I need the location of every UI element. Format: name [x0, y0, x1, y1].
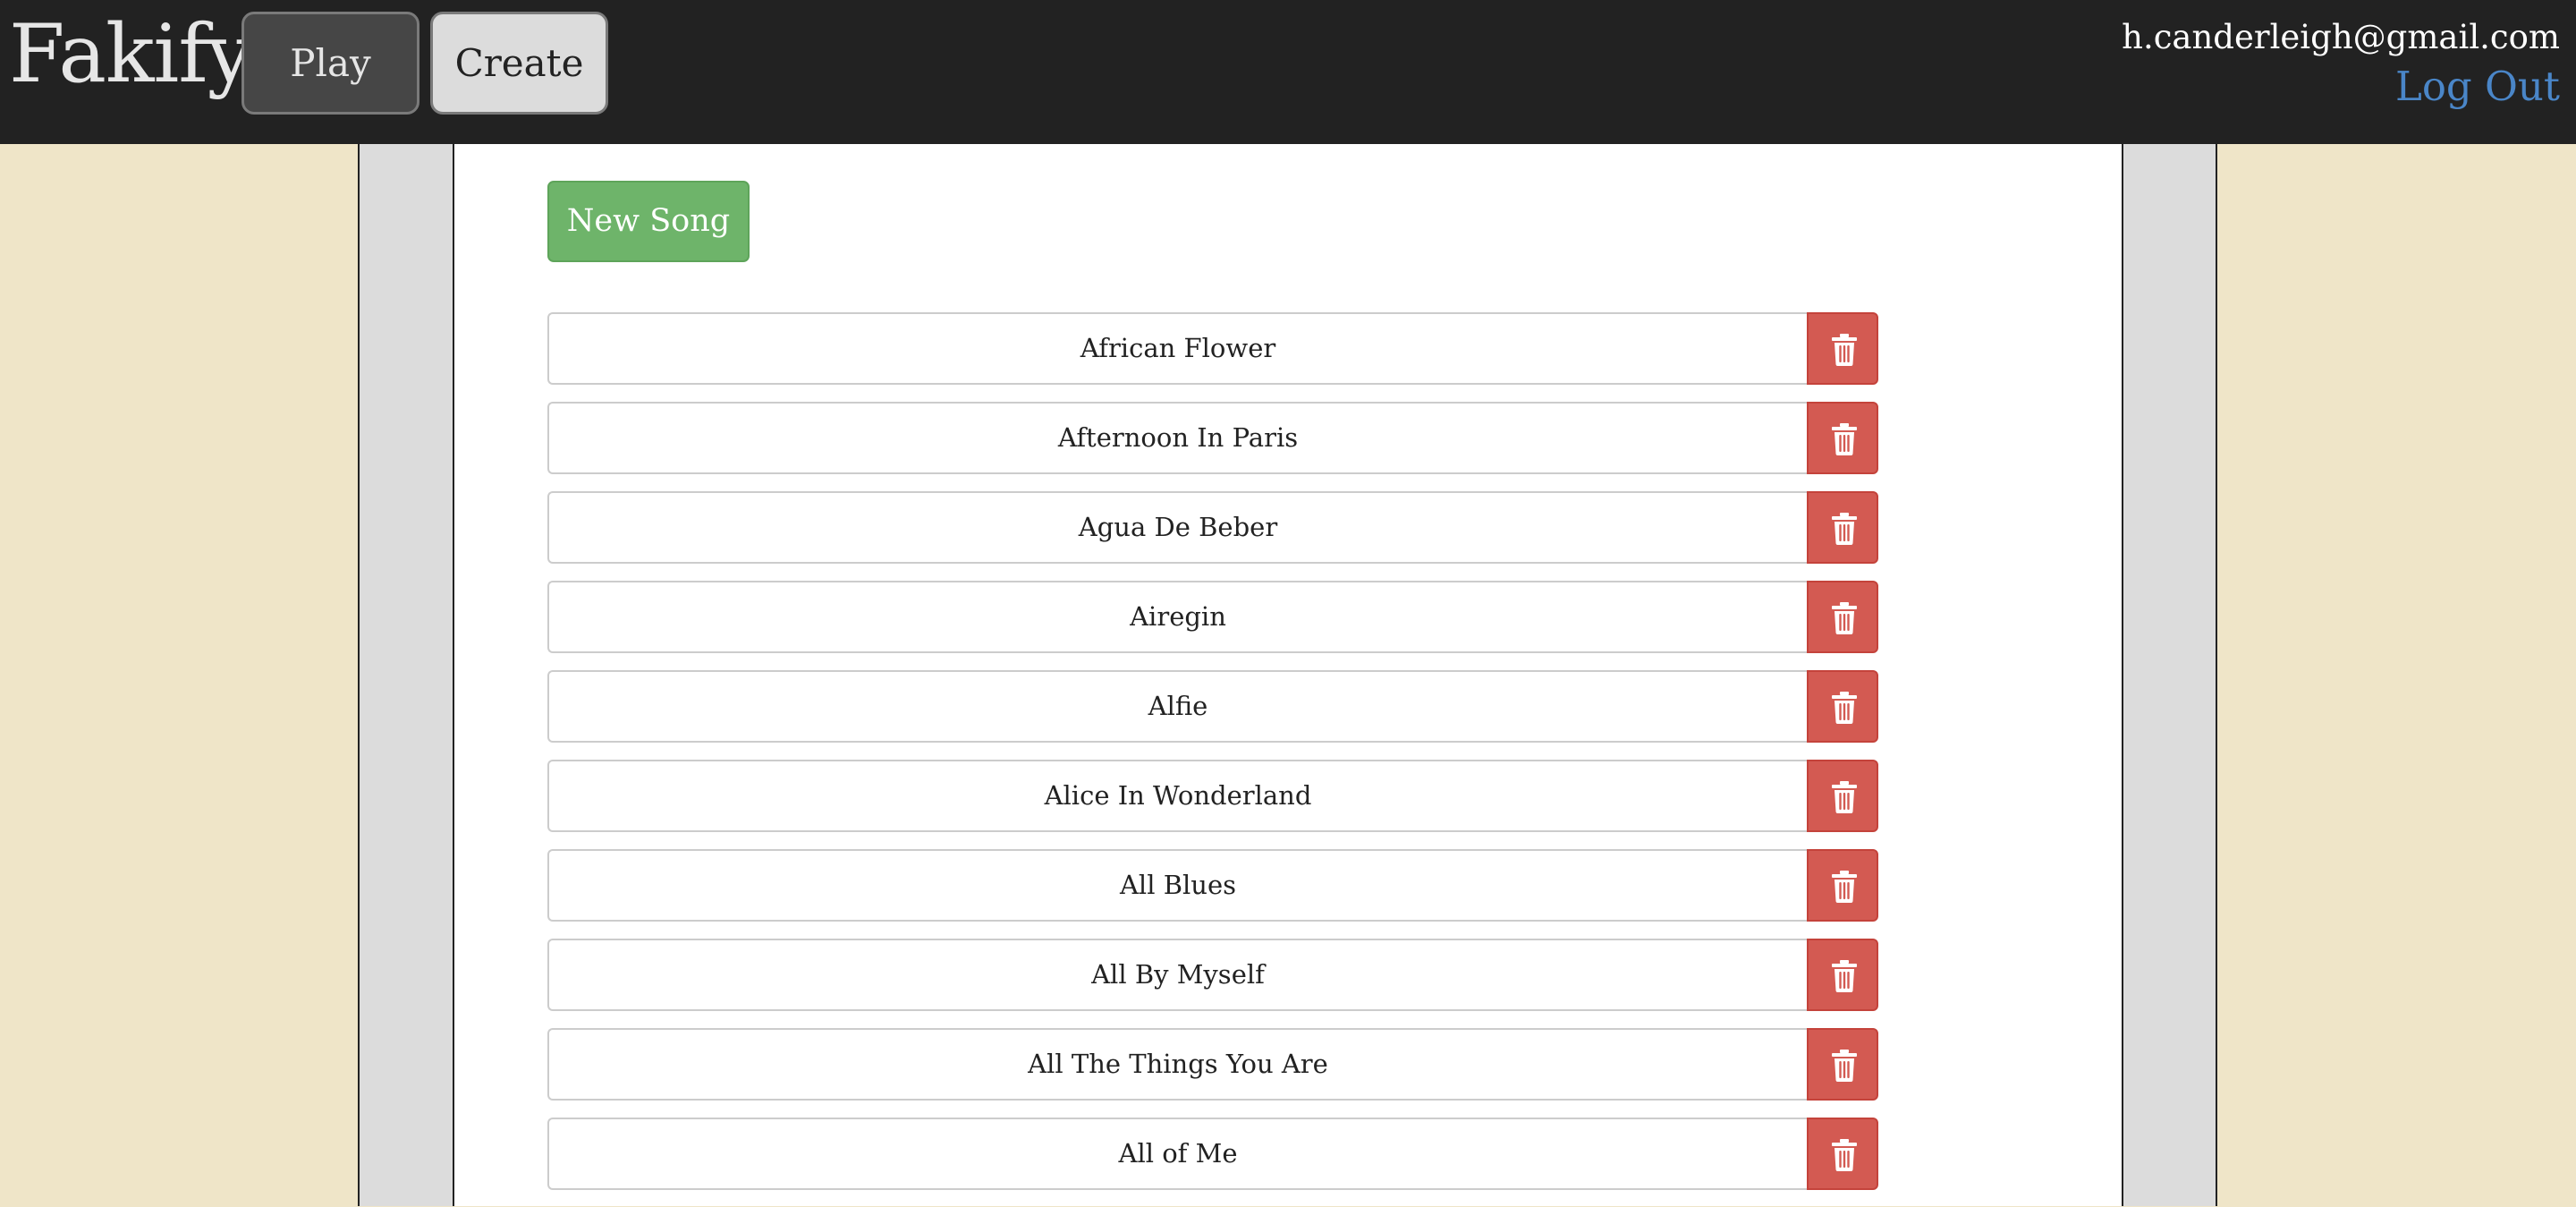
song-row: Alice In Wonderland [547, 760, 1878, 832]
song-row: Alfie [547, 670, 1878, 743]
song-row: Airegin [547, 581, 1878, 653]
delete-song-button[interactable] [1807, 760, 1878, 832]
song-row: All Blues [547, 849, 1878, 922]
delete-song-button[interactable] [1807, 1028, 1878, 1101]
delete-song-button[interactable] [1807, 1118, 1878, 1190]
user-email: h.canderleigh@gmail.com [2122, 18, 2560, 56]
song-title-button[interactable]: Airegin [547, 581, 1807, 653]
song-title-button[interactable]: Alfie [547, 670, 1807, 743]
song-list: African Flower Afternoon In Paris Agua D… [547, 312, 1878, 1207]
song-title-button[interactable]: Alice In Wonderland [547, 760, 1807, 832]
song-row: All of Me [547, 1118, 1878, 1190]
trash-icon [1832, 871, 1857, 903]
delete-song-button[interactable] [1807, 402, 1878, 474]
song-title-button[interactable]: All By Myself [547, 939, 1807, 1011]
trash-icon [1832, 423, 1857, 455]
delete-song-button[interactable] [1807, 312, 1878, 385]
trash-icon [1832, 602, 1857, 634]
delete-song-button[interactable] [1807, 939, 1878, 1011]
logout-link[interactable]: Log Out [2395, 63, 2560, 110]
delete-song-button[interactable] [1807, 491, 1878, 564]
brand-logo[interactable]: Fakify [9, 5, 252, 104]
trash-icon [1832, 692, 1857, 724]
delete-song-button[interactable] [1807, 849, 1878, 922]
song-row: Agua De Beber [547, 491, 1878, 564]
song-row: All By Myself [547, 939, 1878, 1011]
trash-icon [1832, 334, 1857, 366]
create-button[interactable]: Create [430, 12, 608, 115]
song-title-button[interactable]: African Flower [547, 312, 1807, 385]
song-row: African Flower [547, 312, 1878, 385]
song-title-button[interactable]: All The Things You Are [547, 1028, 1807, 1101]
song-row: All The Things You Are [547, 1028, 1878, 1101]
trash-icon [1832, 781, 1857, 813]
trash-icon [1832, 1050, 1857, 1082]
trash-icon [1832, 513, 1857, 545]
song-row: Afternoon In Paris [547, 402, 1878, 474]
song-title-button[interactable]: Afternoon In Paris [547, 402, 1807, 474]
play-button[interactable]: Play [242, 12, 419, 115]
delete-song-button[interactable] [1807, 581, 1878, 653]
new-song-button[interactable]: New Song [547, 181, 750, 262]
song-title-button[interactable]: All of Me [547, 1118, 1807, 1190]
delete-song-button[interactable] [1807, 670, 1878, 743]
trash-icon [1832, 960, 1857, 992]
trash-icon [1832, 1139, 1857, 1171]
song-title-button[interactable]: Agua De Beber [547, 491, 1807, 564]
song-title-button[interactable]: All Blues [547, 849, 1807, 922]
top-navbar: Fakify Play Create h.canderleigh@gmail.c… [0, 0, 2576, 144]
